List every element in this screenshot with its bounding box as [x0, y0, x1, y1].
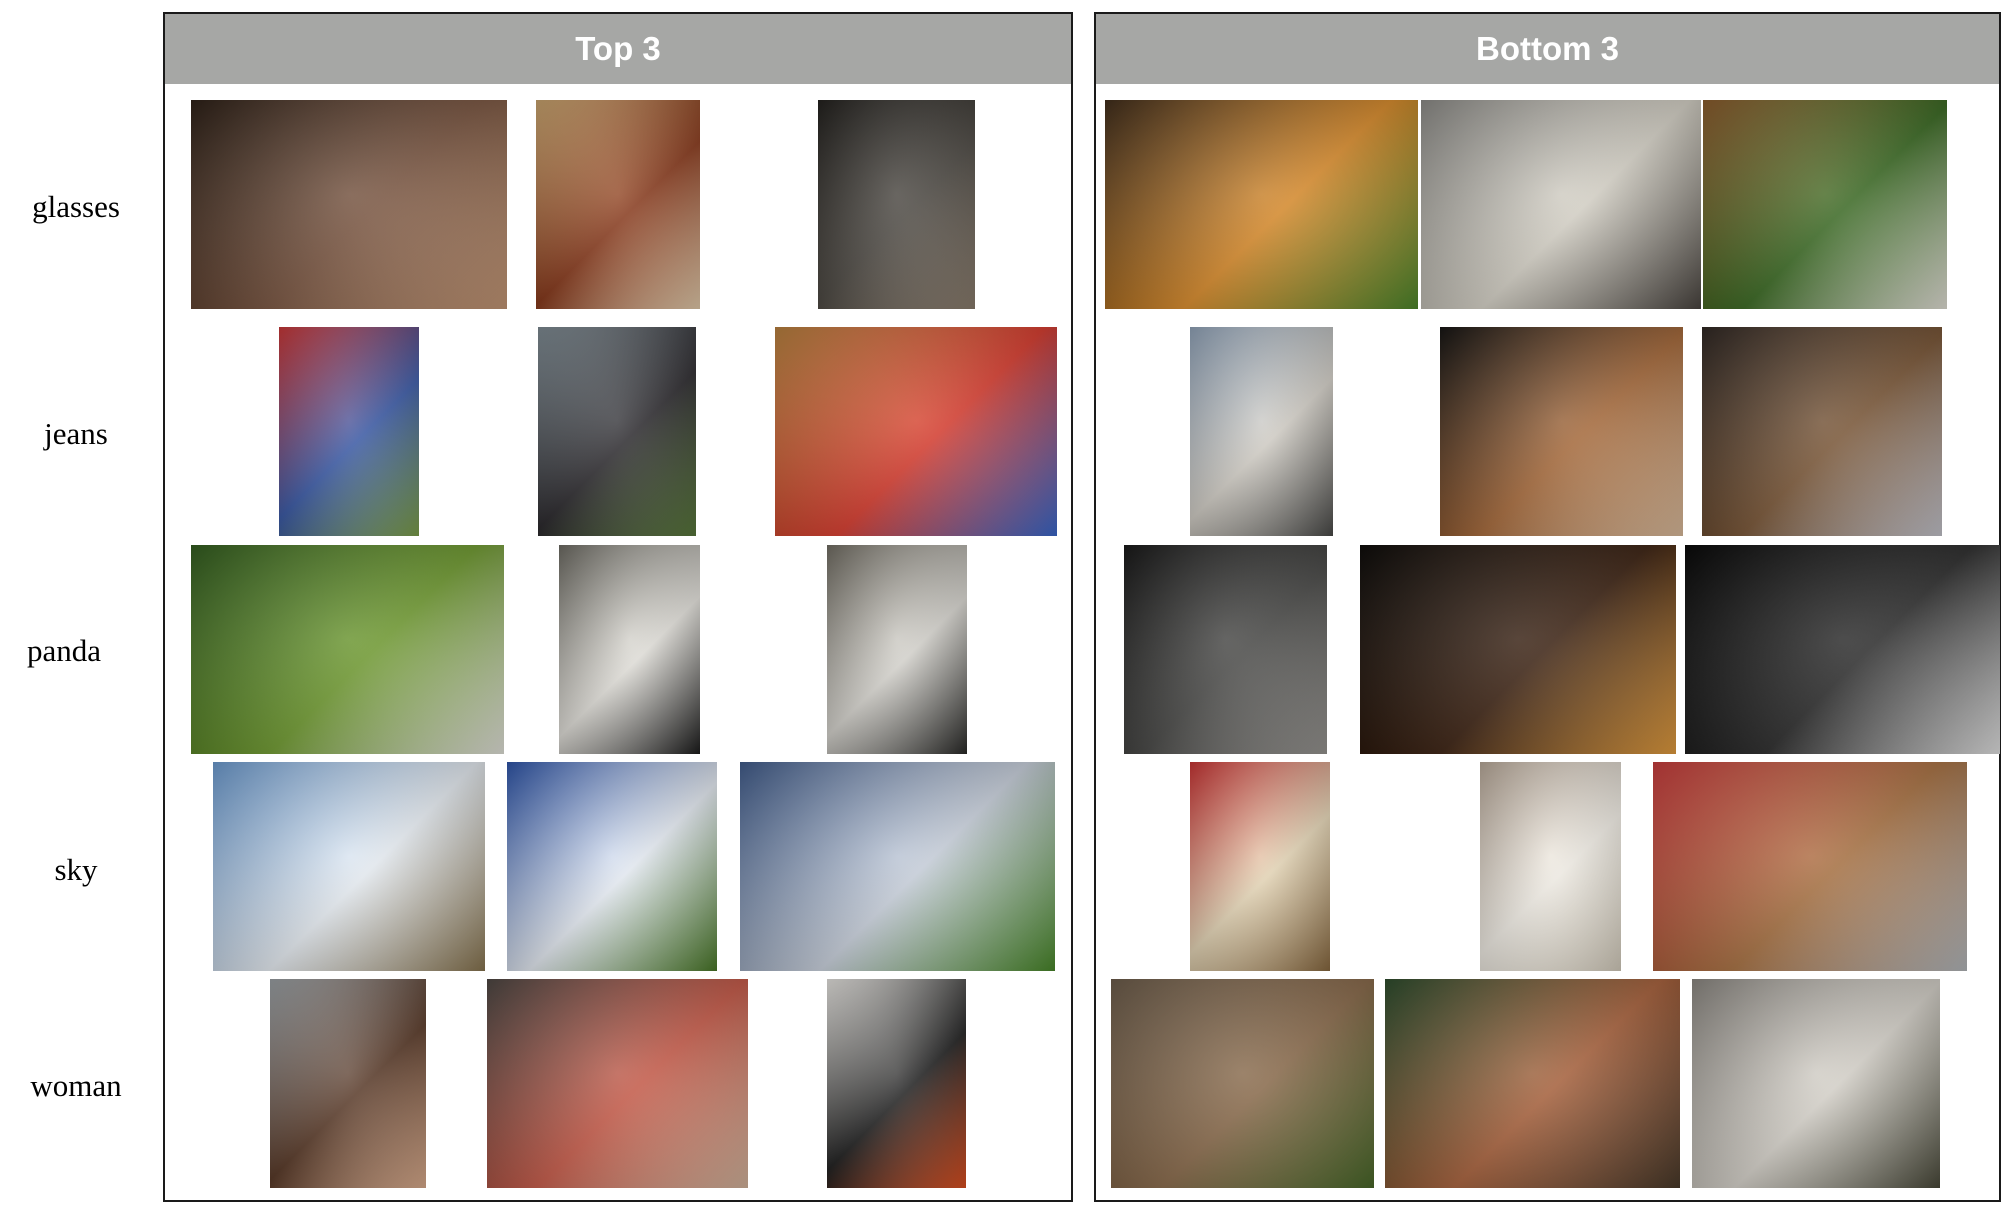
red-squirrel-photo [1385, 979, 1680, 1188]
row-label-glasses: glasses [32, 189, 120, 224]
laughing-woman-with-wine-photo [487, 979, 748, 1188]
row-label-panda: panda [26, 633, 102, 668]
green-hills-blue-sky-photo [507, 762, 717, 971]
woman-portrait-photo [270, 979, 426, 1188]
row-label-woman: woman [30, 1068, 122, 1103]
panda-walking-photo [559, 545, 700, 754]
cow-in-field-photo [740, 762, 1055, 971]
stir-fry-vegetables-photo [1105, 100, 1418, 309]
top-3-header: Top 3 [165, 14, 1071, 84]
candle-in-dark-photo [1360, 545, 1676, 754]
television-with-cows-photo [1440, 327, 1683, 536]
carrot-broccoli-salad-photo [1703, 100, 1947, 309]
honeycomb-photo [1421, 100, 1701, 309]
man-leaning-on-wall-photo [538, 327, 696, 536]
market-stall-bowls-photo [1702, 327, 1942, 536]
bottom-3-header: Bottom 3 [1096, 14, 1999, 84]
child-with-parachute-photo [279, 327, 419, 536]
woman-with-glasses-scarf-photo [536, 100, 700, 309]
frying-pans-photo [1124, 545, 1327, 754]
row-label-jeans: jeans [44, 416, 108, 451]
ball-pit-photo [775, 327, 1057, 536]
panda-sitting-on-logs-photo [827, 545, 967, 754]
squirrel-under-tree-photo [1111, 979, 1374, 1188]
motorcycle-under-cloudy-sky-photo [213, 762, 485, 971]
space-shuttle-launch-pad-photo [1190, 327, 1333, 536]
panda-in-bamboo-photo [191, 545, 504, 754]
woman-with-camera-photo [827, 979, 966, 1188]
man-with-glasses-photo [191, 100, 507, 309]
piano-keys-photo [1685, 545, 2000, 754]
popcorn-bucket-photo [1190, 762, 1330, 971]
yogurt-jar-photo [1480, 762, 1621, 971]
chipmunk-photo [1692, 979, 1940, 1188]
bearded-man-with-glasses-photo [818, 100, 975, 309]
row-label-sky: sky [54, 852, 98, 887]
apple-baskets-photo [1653, 762, 1967, 971]
